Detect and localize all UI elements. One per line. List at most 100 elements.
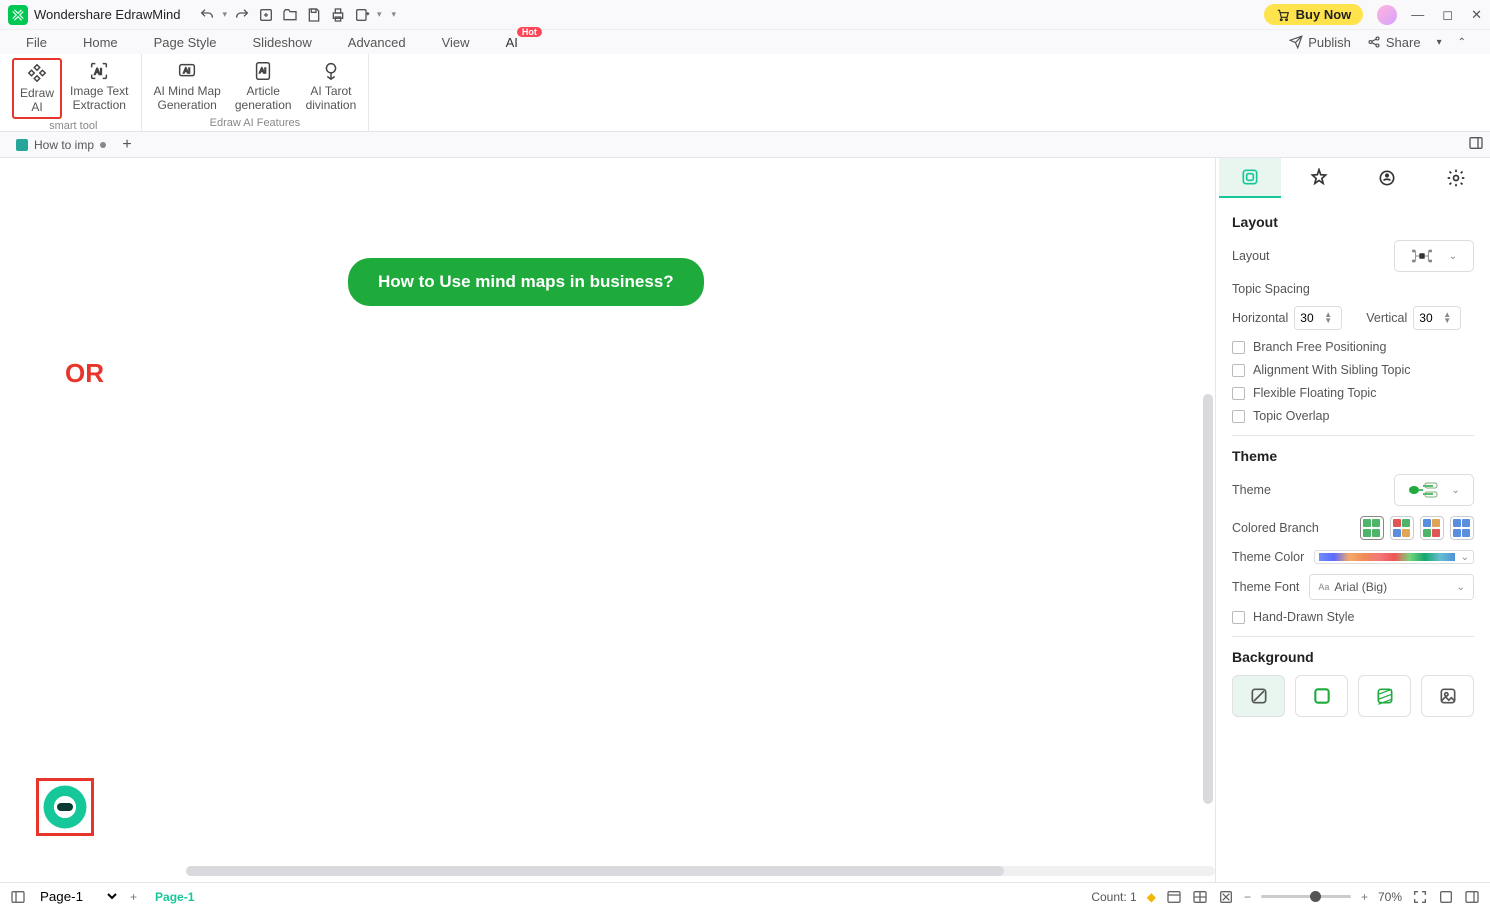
ai-assistant-fab[interactable] [43, 785, 87, 829]
sidetab-icon[interactable] [1356, 158, 1418, 198]
edraw-ai-button[interactable]: EdrawAI [12, 58, 62, 119]
horizontal-spacing-input[interactable]: ▲▼ [1294, 306, 1342, 330]
maximize-button[interactable]: ◻ [1442, 7, 1453, 23]
outline-toggle-icon[interactable] [10, 889, 26, 905]
tab-page-style[interactable]: Page Style [136, 31, 235, 54]
unsaved-dot-icon [100, 142, 106, 148]
tab-file[interactable]: File [8, 31, 65, 54]
fit-screen-icon[interactable] [1412, 889, 1428, 905]
title-bar: Wondershare EdrawMind ▾ ▾ ▾ Buy Now — ◻ … [0, 0, 1490, 30]
open-button[interactable] [281, 6, 299, 24]
alignment-checkbox[interactable] [1232, 364, 1245, 377]
branch-swatch-1[interactable] [1360, 516, 1384, 540]
tab-view[interactable]: View [424, 31, 488, 54]
theme-color-dropdown[interactable]: ⌄ [1314, 550, 1474, 564]
branch-free-checkbox[interactable] [1232, 341, 1245, 354]
user-avatar[interactable] [1377, 5, 1397, 25]
vertical-spacing-input[interactable]: ▲▼ [1413, 306, 1461, 330]
zoom-out-button[interactable]: − [1244, 890, 1251, 904]
svg-text:AI: AI [184, 66, 191, 75]
active-page-tab[interactable]: Page-1 [147, 890, 202, 904]
ai-fab-highlight [36, 778, 94, 836]
theme-label: Theme [1232, 483, 1271, 497]
doc-tab-label: How to imp [34, 138, 94, 152]
edraw-ai-icon [26, 62, 48, 84]
scrollbar-thumb[interactable] [186, 866, 1004, 876]
zoom-knob[interactable] [1310, 891, 1321, 902]
overlap-label: Topic Overlap [1253, 409, 1329, 423]
bg-color[interactable] [1295, 675, 1348, 717]
menu-bar: File Home Page Style Slideshow Advanced … [0, 30, 1490, 54]
colored-branch-label: Colored Branch [1232, 521, 1319, 535]
layout-scheme-icon [1411, 247, 1433, 265]
buy-now-label: Buy Now [1296, 7, 1352, 22]
horizontal-scrollbar[interactable] [186, 866, 1215, 876]
menu-dropdown-icon[interactable]: ▾ [1437, 37, 1442, 48]
view-mode-2-icon[interactable] [1192, 889, 1208, 905]
svg-text:AI: AI [260, 66, 267, 75]
view-mode-1-icon[interactable] [1166, 889, 1182, 905]
article-generation-button[interactable]: AI Articlegeneration [229, 58, 298, 116]
image-text-extraction-button[interactable]: AI Image TextExtraction [64, 58, 134, 119]
save-button[interactable] [305, 6, 323, 24]
ribbon: EdrawAI AI Image TextExtraction smart to… [0, 54, 1490, 132]
tab-ai[interactable]: AIHot [488, 31, 536, 54]
branch-free-label: Branch Free Positioning [1253, 340, 1386, 354]
hand-drawn-checkbox[interactable] [1232, 611, 1245, 624]
zoom-slider[interactable] [1261, 895, 1351, 898]
publish-button[interactable]: Publish [1289, 35, 1351, 50]
side-panel: Layout Layout ⌄ Topic Spacing Horizontal… [1215, 158, 1490, 882]
theme-dropdown[interactable]: ⌄ [1394, 474, 1474, 506]
page-select[interactable]: Page-1 [36, 888, 120, 905]
sidetab-style[interactable] [1288, 158, 1350, 198]
print-button[interactable] [329, 6, 347, 24]
view-mode-3-icon[interactable] [1218, 889, 1234, 905]
ai-tarot-button[interactable]: AI Tarotdivination [300, 58, 363, 116]
tarot-icon [320, 60, 342, 82]
layout-label: Layout [1232, 249, 1270, 263]
panel-toggle-icon[interactable] [1464, 889, 1480, 905]
canvas[interactable]: How to Use mind maps in business? OR [0, 158, 1215, 882]
app-title: Wondershare EdrawMind [34, 7, 180, 22]
close-button[interactable]: ✕ [1471, 7, 1482, 23]
sidetab-settings[interactable] [1425, 158, 1487, 198]
alignment-label: Alignment With Sibling Topic [1253, 363, 1410, 377]
bg-none[interactable] [1232, 675, 1285, 717]
flexible-checkbox[interactable] [1232, 387, 1245, 400]
add-page-button[interactable]: + [130, 890, 137, 904]
bg-image[interactable] [1421, 675, 1474, 717]
bg-pattern[interactable] [1358, 675, 1411, 717]
redo-button[interactable] [233, 6, 251, 24]
export-button[interactable] [353, 6, 371, 24]
branch-swatch-3[interactable] [1420, 516, 1444, 540]
ai-mindmap-button[interactable]: AI AI Mind MapGeneration [148, 58, 227, 116]
toggle-panel-icon[interactable] [1468, 135, 1484, 154]
new-button[interactable] [257, 6, 275, 24]
sidetab-layout[interactable] [1219, 158, 1281, 198]
horizontal-label: Horizontal [1232, 311, 1288, 325]
image-text-icon: AI [88, 60, 110, 82]
undo-button[interactable] [198, 6, 216, 24]
share-button[interactable]: Share [1367, 35, 1421, 50]
smart-tool-caption: smart tool [49, 120, 97, 132]
central-topic[interactable]: How to Use mind maps in business? [348, 258, 704, 306]
hot-badge: Hot [517, 27, 542, 37]
tab-slideshow[interactable]: Slideshow [235, 31, 330, 54]
overlap-checkbox[interactable] [1232, 410, 1245, 423]
tab-home[interactable]: Home [65, 31, 136, 54]
layout-dropdown[interactable]: ⌄ [1394, 240, 1474, 272]
fullscreen-icon[interactable] [1438, 889, 1454, 905]
doc-tab[interactable]: How to imp [8, 132, 114, 157]
branch-swatch-2[interactable] [1390, 516, 1414, 540]
zoom-in-button[interactable]: + [1361, 890, 1368, 904]
new-tab-button[interactable]: + [114, 136, 140, 154]
buy-now-button[interactable]: Buy Now [1264, 4, 1364, 25]
branch-swatch-4[interactable] [1450, 516, 1474, 540]
tab-advanced[interactable]: Advanced [330, 31, 424, 54]
vertical-scrollbar[interactable] [1203, 394, 1213, 804]
theme-color-label: Theme Color [1232, 550, 1304, 564]
article-icon: AI [252, 60, 274, 82]
theme-font-dropdown[interactable]: AaArial (Big)⌄ [1309, 574, 1474, 600]
collapse-ribbon-icon[interactable]: ⌃ [1458, 37, 1466, 48]
minimize-button[interactable]: — [1411, 7, 1424, 23]
